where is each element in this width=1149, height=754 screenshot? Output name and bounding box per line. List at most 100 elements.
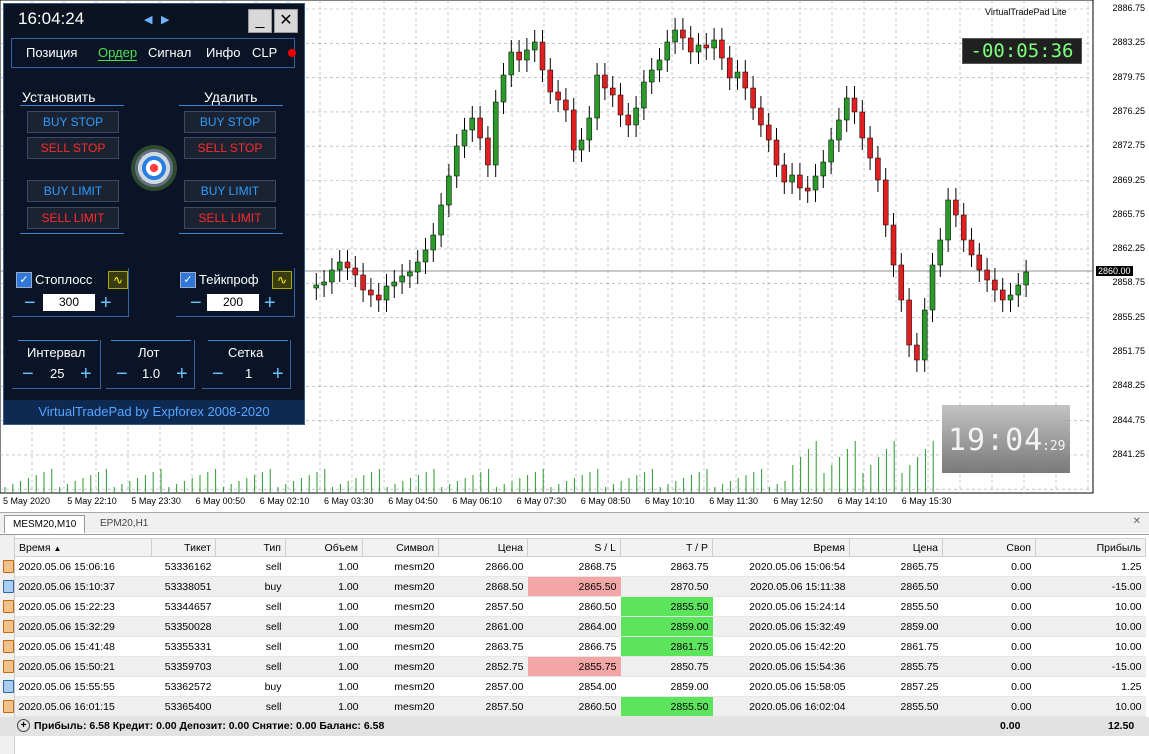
tab-position[interactable]: Позиция — [26, 45, 77, 60]
candle — [937, 239, 944, 266]
delete-sell-stop-button[interactable]: SELL STOP — [184, 137, 276, 159]
close-button[interactable]: ✕ — [274, 9, 298, 33]
tab-order[interactable]: Ордер — [98, 45, 138, 61]
vtp-title: VirtualTradePad Lite — [985, 7, 1067, 17]
cell-tp: 2870.50 — [620, 576, 713, 597]
panel-footer[interactable]: VirtualTradePad by Expforex 2008-2020 — [4, 400, 304, 424]
col-header-ticket[interactable]: Тикет — [151, 538, 216, 557]
minimize-button[interactable]: _ — [248, 9, 272, 33]
time-axis-label: 6 May 12:50 — [773, 496, 823, 506]
virtual-trade-pad: 16:04:24 ◀ ▶ _ ✕ Позиция Ордер Сигнал Ин… — [3, 3, 305, 425]
candle — [906, 299, 912, 346]
candle — [672, 29, 678, 43]
cell-close-price: 2857.25 — [849, 676, 943, 697]
cell-close-price: 2855.75 — [849, 656, 943, 677]
divider — [20, 233, 124, 234]
cell-price: 2866.00 — [438, 556, 528, 577]
cell-time: 2020.05.06 15:50:21 — [14, 656, 152, 677]
candle — [485, 137, 491, 166]
col-header-type[interactable]: Тип — [215, 538, 286, 557]
candle — [570, 109, 577, 151]
cell-close-time: 2020.05.06 15:58:05 — [712, 676, 850, 697]
cell-ticket: 53359703 — [151, 656, 216, 677]
cell-close-time: 2020.05.06 15:32:49 — [712, 616, 850, 637]
cell-profit: -15.00 — [1035, 576, 1146, 597]
col-header-time[interactable]: Время ▲ — [14, 538, 152, 557]
cell-ticket: 53355331 — [151, 636, 216, 657]
cell-symbol: mesm20 — [362, 616, 439, 637]
cell-profit: 1.25 — [1035, 556, 1146, 577]
close-icon[interactable]: ✕ — [1133, 516, 1141, 527]
cell-close-price: 2861.75 — [849, 636, 943, 657]
cell-profit: 1.25 — [1035, 676, 1146, 697]
delete-sell-limit-button[interactable]: SELL LIMIT — [184, 207, 276, 229]
cell-symbol: mesm20 — [362, 576, 439, 597]
cell-ticket: 53365400 — [151, 696, 216, 717]
chart-tab-mesm20[interactable]: MESM20,M10 — [4, 515, 86, 533]
candle — [321, 281, 327, 286]
candle — [633, 107, 639, 126]
col-header-sl[interactable]: S / L — [527, 538, 621, 557]
table-row[interactable]: 2020.05.06 15:06:16 53336162 sell 1.00 mesm2… — [14, 556, 1146, 577]
candle — [711, 39, 717, 49]
target-icon[interactable] — [131, 145, 177, 191]
candle — [547, 69, 554, 93]
candle — [539, 41, 546, 71]
candle — [375, 294, 382, 301]
cell-volume: 1.00 — [285, 616, 363, 637]
cell-price: 2852.75 — [438, 656, 528, 677]
col-header-volume[interactable]: Объем — [285, 538, 363, 557]
col-header-close-time[interactable]: Время — [712, 538, 850, 557]
cell-symbol: mesm20 — [362, 656, 439, 677]
buy-order-icon — [3, 680, 14, 693]
arrow-right-icon[interactable]: ▶ — [161, 13, 169, 26]
delete-buy-stop-button[interactable]: BUY STOP — [184, 111, 276, 133]
col-header-close-price[interactable]: Цена — [849, 538, 943, 557]
table-row[interactable]: 2020.05.06 15:55:55 53362572 buy 1.00 mesm20… — [14, 676, 1146, 697]
set-buy-stop-button[interactable]: BUY STOP — [27, 111, 119, 133]
col-header-tp[interactable]: T / P — [620, 538, 713, 557]
cell-swap: 0.00 — [942, 576, 1036, 597]
interval-frame — [12, 340, 101, 389]
summary-text: Прибыль: 6.58 Кредит: 0.00 Депозит: 0.00… — [34, 720, 385, 732]
candle — [773, 139, 780, 166]
table-row[interactable]: 2020.05.06 15:41:48 53355331 sell 1.00 mesm2… — [14, 636, 1146, 657]
chart-tab-epm20[interactable]: EPM20,H1 — [92, 515, 156, 532]
cell-volume: 1.00 — [285, 696, 363, 717]
col-header-symbol[interactable]: Символ — [362, 538, 439, 557]
col-header-profit[interactable]: Прибыль — [1035, 538, 1146, 557]
delete-buy-limit-button[interactable]: BUY LIMIT — [184, 180, 276, 202]
cell-profit: 10.00 — [1035, 636, 1146, 657]
divider — [179, 233, 283, 234]
candle — [430, 234, 437, 251]
table-row[interactable]: 2020.05.06 15:10:37 53338051 buy 1.00 mesm20… — [14, 576, 1146, 597]
candle — [414, 261, 421, 273]
price-axis-label: 2855.25 — [1112, 311, 1145, 322]
table-row[interactable]: 2020.05.06 16:01:15 53365400 sell 1.00 mesm2… — [14, 696, 1146, 717]
price-axis-label: 2879.75 — [1112, 71, 1145, 82]
arrow-left-icon[interactable]: ◀ — [144, 13, 152, 26]
cell-profit: 10.00 — [1035, 696, 1146, 717]
summary-swap: 0.00 — [1000, 720, 1021, 732]
set-sell-limit-button[interactable]: SELL LIMIT — [27, 207, 119, 229]
cell-price: 2868.50 — [438, 576, 528, 597]
expand-icon[interactable]: + — [17, 719, 30, 732]
terminal-history: Время ▲ Тикет Тип Объем Символ Цена S / … — [0, 534, 1149, 754]
col-header-swap[interactable]: Своп — [942, 538, 1036, 557]
cell-time: 2020.05.06 16:01:15 — [14, 696, 152, 717]
tab-signal[interactable]: Сигнал — [148, 45, 191, 60]
candle — [719, 39, 725, 59]
summary-profit: 12.50 — [1108, 720, 1135, 732]
cell-sl: 2866.75 — [527, 636, 621, 657]
cell-close-time: 2020.05.06 15:06:54 — [712, 556, 850, 577]
panel-titlebar[interactable]: 16:04:24 ◀ ▶ _ ✕ — [4, 4, 304, 34]
col-header-price[interactable]: Цена — [438, 538, 528, 557]
tab-clp[interactable]: CLP — [252, 45, 277, 60]
table-row[interactable]: 2020.05.06 15:22:23 53344657 sell 1.00 mesm2… — [14, 596, 1146, 617]
set-buy-limit-button[interactable]: BUY LIMIT — [27, 180, 119, 202]
price-axis-label: 2865.75 — [1112, 208, 1145, 219]
tab-info[interactable]: Инфо — [206, 45, 240, 60]
set-sell-stop-button[interactable]: SELL STOP — [27, 137, 119, 159]
table-row[interactable]: 2020.05.06 15:50:21 53359703 sell 1.00 mesm2… — [14, 656, 1146, 677]
table-row[interactable]: 2020.05.06 15:32:29 53350028 sell 1.00 mesm2… — [14, 616, 1146, 637]
